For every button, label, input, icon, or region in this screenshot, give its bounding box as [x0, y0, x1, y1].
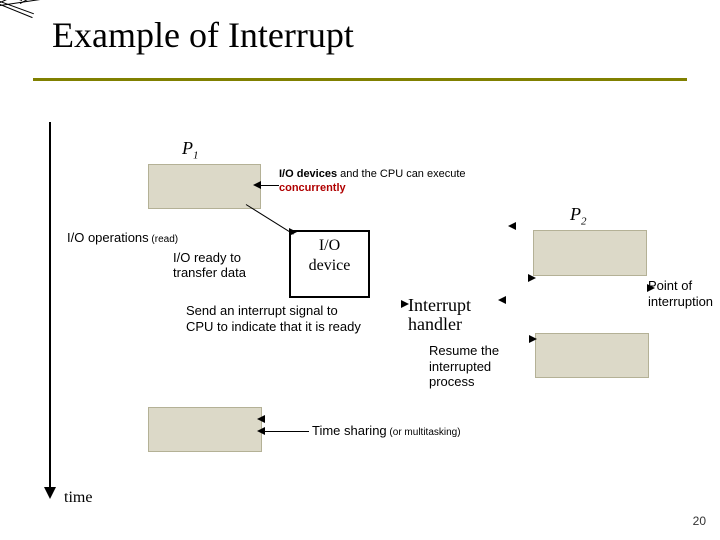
arrow-p2a-to-handler-head	[498, 296, 506, 304]
title-underline	[33, 78, 687, 81]
slide-number: 20	[693, 514, 706, 528]
p1-exec-block-1	[148, 164, 261, 209]
arrow-p2b-to-p1b	[0, 0, 277, 6]
arrow-poi-head	[647, 284, 655, 292]
note-time-sharing: Time sharing (or multitasking)	[312, 423, 461, 438]
p2-exec-block-1	[533, 230, 647, 276]
arrow-handler-to-p2b-head	[529, 335, 537, 343]
note-io-ready: I/O ready to transfer data	[173, 251, 271, 281]
arrow-p2b-to-p1b-head	[257, 415, 265, 423]
time-axis-arrowhead	[44, 487, 56, 499]
arrow-p1-to-io-head	[289, 228, 297, 236]
time-axis	[49, 122, 51, 490]
p1-exec-block-2	[148, 407, 262, 452]
note-concurrent: I/O devices and the CPU can execute conc…	[279, 168, 489, 196]
interrupt-handler-label: Interrupt handler	[408, 296, 471, 334]
arrow-io-to-handler-head	[401, 300, 409, 308]
arrow-p1-to-io	[246, 204, 294, 235]
arrow-concurrent-to-p1	[259, 185, 279, 186]
arrow-timeshare-head-left	[257, 427, 265, 435]
note-send-signal: Send an interrupt signal to CPU to indic…	[186, 303, 361, 334]
arrow-timeshare-connector	[263, 431, 309, 432]
arrow-concurrent-to-p1-head	[253, 181, 261, 189]
time-label: time	[64, 489, 92, 507]
arrow-handler-to-p2a-head	[528, 274, 536, 282]
slide-title: Example of Interrupt	[52, 14, 354, 56]
note-resume-process: Resume the interrupted process	[429, 343, 525, 390]
process-p1-label: P1	[182, 138, 199, 162]
arrow-concurrent-to-p2-head	[508, 222, 516, 230]
process-p2-label: P2	[570, 204, 587, 228]
note-io-operations: I/O operations (read)	[67, 230, 178, 245]
io-device-box: I/O device	[289, 230, 370, 298]
note-point-of-interruption: Point of interruption	[648, 278, 720, 309]
p2-exec-block-2	[535, 333, 649, 378]
